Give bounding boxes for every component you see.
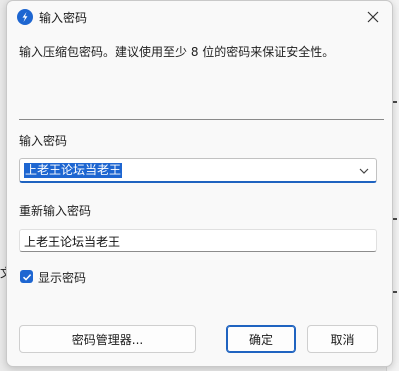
dialog-title: 输入密码 <box>39 11 88 25</box>
title-bar: 输入密码 <box>7 1 392 33</box>
cancel-button[interactable]: 取消 <box>307 325 378 353</box>
section-divider <box>19 119 384 120</box>
password-manager-button[interactable]: 密码管理器... <box>19 325 196 353</box>
confirm-password-input[interactable]: 上老王论坛当老王 <box>19 229 377 252</box>
show-password-label[interactable]: 显示密码 <box>38 269 86 286</box>
ok-button[interactable]: 确定 <box>226 325 296 353</box>
bandizip-app-icon <box>17 9 33 25</box>
password-label: 输入密码 <box>19 134 68 148</box>
checkmark-icon <box>22 273 31 281</box>
password-dialog: 输入密码 输入压缩包密码。建议使用至少 8 位的密码来保证安全性。 输入密码 上… <box>6 0 393 367</box>
show-password-checkbox[interactable] <box>20 270 33 283</box>
confirm-password-label: 重新输入密码 <box>19 204 92 218</box>
password-value-selected[interactable]: 上老王论坛当老王 <box>24 163 123 178</box>
password-combo-input[interactable]: 上老王论坛当老王 <box>19 158 377 183</box>
close-icon <box>367 11 379 23</box>
confirm-password-value: 上老王论坛当老王 <box>24 235 121 249</box>
chevron-down-icon[interactable] <box>358 165 370 177</box>
dialog-description: 输入压缩包密码。建议使用至少 8 位的密码来保证安全性。 <box>19 45 335 59</box>
close-button[interactable] <box>358 4 388 30</box>
